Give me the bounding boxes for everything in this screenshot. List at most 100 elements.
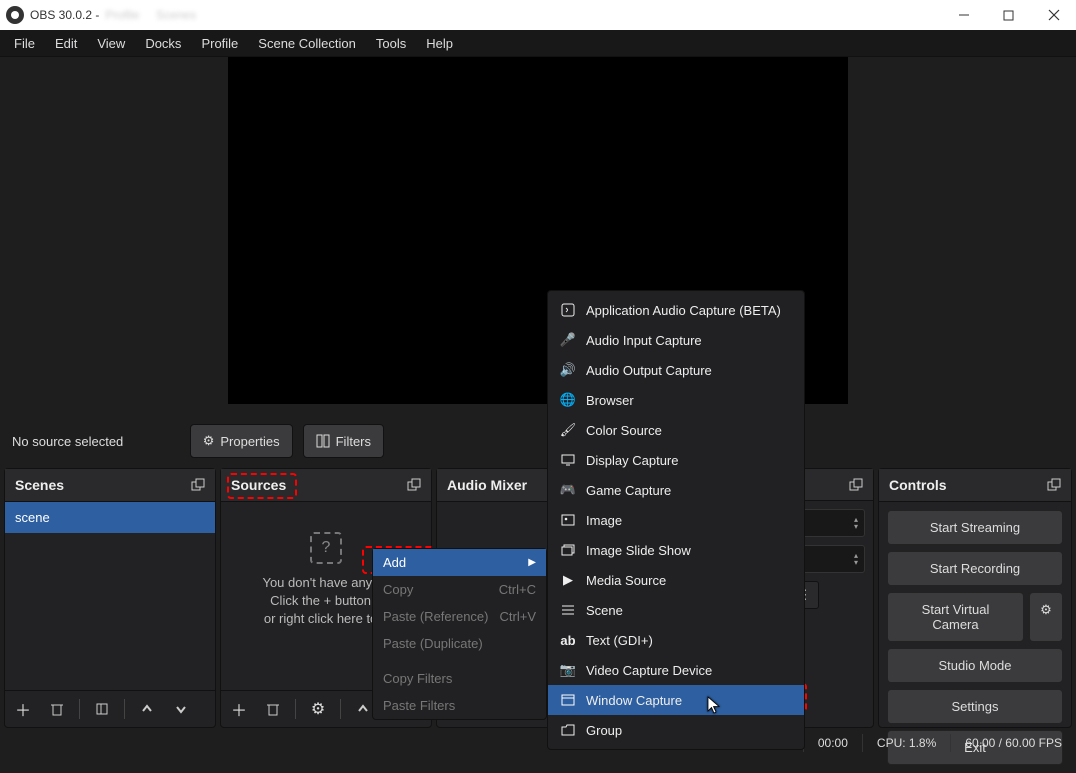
popout-icon[interactable] [1047, 478, 1061, 492]
status-fps: 60.00 / 60.00 FPS [950, 734, 1076, 752]
spinner-icon: ▴▾ [854, 552, 858, 566]
minimize-button[interactable] [941, 0, 986, 30]
src-display-label: Display Capture [586, 453, 679, 468]
context-menu: Add ▶ Copy Ctrl+C Paste (Reference) Ctrl… [372, 548, 547, 720]
menubar: File Edit View Docks Profile Scene Colle… [0, 30, 1076, 57]
start-streaming-button[interactable]: Start Streaming [887, 510, 1063, 545]
image-icon [560, 512, 576, 528]
src-scene[interactable]: Scene [548, 595, 804, 625]
speaker-icon: 🔊 [560, 362, 576, 378]
list-icon [560, 602, 576, 618]
scene-up-button[interactable] [133, 695, 161, 723]
source-settings-button[interactable]: ⚙ [304, 695, 332, 723]
ctx-add[interactable]: Add ▶ [373, 549, 546, 576]
brush-icon: 🖌 [560, 422, 576, 438]
mixer-title: Audio Mixer [447, 477, 527, 493]
ctx-paste-ref-label: Paste (Reference) [383, 609, 489, 624]
src-slide-label: Image Slide Show [586, 543, 691, 558]
src-browser[interactable]: 🌐 Browser [548, 385, 804, 415]
window-title-extra: Profile Scenes [105, 8, 206, 22]
src-game-label: Game Capture [586, 483, 671, 498]
status-cpu: CPU: 1.8% [862, 734, 950, 752]
menu-tools[interactable]: Tools [366, 32, 416, 55]
question-icon: ? [310, 532, 342, 564]
filters-button[interactable]: Filters [303, 424, 384, 458]
add-source-button[interactable]: ＋ [225, 695, 253, 723]
ctx-add-label: Add [383, 555, 406, 570]
menu-help[interactable]: Help [416, 32, 463, 55]
ctx-copy-filters-label: Copy Filters [383, 671, 452, 686]
folder-icon [560, 722, 576, 738]
ctx-paste-dup: Paste (Duplicate) [373, 630, 546, 657]
src-slide[interactable]: Image Slide Show [548, 535, 804, 565]
src-audio-in[interactable]: 🎤Audio Input Capture [548, 325, 804, 355]
popout-icon[interactable] [407, 478, 421, 492]
popout-icon[interactable] [191, 478, 205, 492]
menu-file[interactable]: File [4, 32, 45, 55]
src-app-audio-label: Application Audio Capture (BETA) [586, 303, 781, 318]
popout-icon[interactable] [849, 478, 863, 492]
delete-source-button[interactable] [259, 695, 287, 723]
status-bar: 00:00 CPU: 1.8% 60.00 / 60.00 FPS [803, 731, 1076, 755]
delete-scene-button[interactable] [43, 695, 71, 723]
scene-filter-button[interactable] [88, 695, 116, 723]
mic-icon: 🎤 [560, 332, 576, 348]
ctx-copy-filters: Copy Filters [373, 665, 546, 692]
src-image[interactable]: Image [548, 505, 804, 535]
sources-hint-1: You don't have any so [262, 574, 389, 592]
ctx-copy-sc: Ctrl+C [499, 582, 536, 597]
camera-icon: 📷 [560, 662, 576, 678]
virtual-camera-settings-button[interactable]: ⚙ [1029, 592, 1063, 642]
maximize-button[interactable] [986, 0, 1031, 30]
ctx-paste-ref: Paste (Reference) Ctrl+V [373, 603, 546, 630]
app-icon [6, 6, 24, 24]
src-window[interactable]: Window Capture [548, 685, 804, 715]
add-scene-button[interactable]: ＋ [9, 695, 37, 723]
scenes-title: Scenes [15, 477, 64, 493]
menu-view[interactable]: View [87, 32, 135, 55]
window-title: OBS 30.0.2 - [30, 8, 99, 22]
src-browser-label: Browser [586, 393, 634, 408]
controls-title: Controls [889, 477, 947, 493]
scene-down-button[interactable] [167, 695, 195, 723]
play-icon: ▶ [560, 572, 576, 588]
menu-profile[interactable]: Profile [191, 32, 248, 55]
start-virtual-camera-button[interactable]: Start Virtual Camera [887, 592, 1024, 642]
window-controls [941, 0, 1076, 30]
src-display[interactable]: Display Capture [548, 445, 804, 475]
start-recording-button[interactable]: Start Recording [887, 551, 1063, 586]
sources-title: Sources [231, 477, 286, 493]
scene-item[interactable]: scene [5, 502, 215, 533]
src-window-label: Window Capture [586, 693, 682, 708]
controls-dock: Controls Start Streaming Start Recording… [878, 468, 1072, 728]
src-app-audio[interactable]: Application Audio Capture (BETA) [548, 295, 804, 325]
src-video[interactable]: 📷 Video Capture Device [548, 655, 804, 685]
src-text[interactable]: abText (GDI+) [548, 625, 804, 655]
src-color[interactable]: 🖌 Color Source [548, 415, 804, 445]
settings-button[interactable]: Settings [887, 689, 1063, 724]
src-media[interactable]: ▶Media Source [548, 565, 804, 595]
properties-label: Properties [220, 434, 279, 449]
src-game[interactable]: 🎮 Game Capture [548, 475, 804, 505]
src-group[interactable]: Group [548, 715, 804, 745]
gamepad-icon: 🎮 [560, 482, 576, 498]
chevron-right-icon: ▶ [528, 557, 536, 568]
menu-docks[interactable]: Docks [135, 32, 191, 55]
ctx-paste-dup-label: Paste (Duplicate) [383, 636, 483, 651]
monitor-icon [560, 452, 576, 468]
globe-icon: 🌐 [560, 392, 576, 408]
src-scene-label: Scene [586, 603, 623, 618]
no-source-label: No source selected [12, 434, 123, 449]
close-button[interactable] [1031, 0, 1076, 30]
dropdown-icon: ▴▾ [854, 516, 858, 530]
properties-button[interactable]: Properties [190, 424, 293, 458]
menu-edit[interactable]: Edit [45, 32, 87, 55]
src-audio-out[interactable]: 🔊Audio Output Capture [548, 355, 804, 385]
menu-scene-collection[interactable]: Scene Collection [248, 32, 366, 55]
text-icon: ab [560, 632, 576, 648]
studio-mode-button[interactable]: Studio Mode [887, 648, 1063, 683]
src-video-label: Video Capture Device [586, 663, 712, 678]
info-row: No source selected Properties Filters [0, 414, 1076, 468]
src-image-label: Image [586, 513, 622, 528]
src-color-label: Color Source [586, 423, 662, 438]
